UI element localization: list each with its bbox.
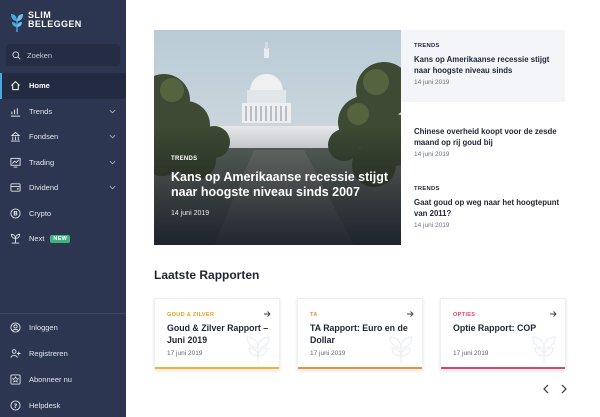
report-accent-line [441, 367, 565, 369]
nav-label-helpdesk: Helpdesk [29, 400, 61, 410]
reports-carousel: GOUD & ZILVER Goud & Zilver Rapport – Ju… [154, 298, 566, 370]
home-icon [11, 81, 20, 91]
funds-icon [10, 132, 21, 142]
dividend-icon [10, 183, 21, 192]
report-card[interactable]: GOUD & ZILVER Goud & Zilver Rapport – Ju… [154, 298, 280, 370]
plant-icon [10, 234, 21, 244]
bitcoin-icon: B [10, 208, 21, 219]
prev-button[interactable] [540, 382, 552, 394]
side-article-date: 14 juni 2019 [414, 222, 450, 230]
report-card[interactable]: OPTIES Optie Rapport: COP 17 juni 2019 [440, 298, 566, 370]
next-button[interactable] [558, 382, 570, 394]
featured-article-category[interactable]: TRENDS [171, 156, 393, 162]
arrow-right-icon[interactable] [406, 310, 414, 318]
star-icon [10, 373, 21, 385]
svg-text:?: ? [14, 401, 18, 409]
logo[interactable]: SLIM BELEGGEN [10, 11, 82, 33]
leaf-watermark-icon [246, 336, 270, 363]
report-accent-line [155, 367, 279, 369]
logo-line-2: BELEGGEN [28, 19, 82, 29]
side-article[interactable]: TRENDS Kans op Amerikaanse recessie stij… [401, 30, 565, 102]
side-article-title[interactable]: Gaat goud op weg naar het hoogtepunt van… [414, 197, 565, 219]
svg-text:B: B [13, 210, 18, 217]
nav-label-trends: Trends [29, 106, 53, 116]
nav-label-crypto: Crypto [29, 208, 52, 218]
report-accent-line [298, 367, 422, 369]
nav-item-dividend[interactable]: Dividend [0, 175, 126, 201]
nav-label-dividend: Dividend [29, 183, 59, 193]
featured-article-text: TRENDS Kans op Amerikaanse recessie stij… [171, 156, 393, 217]
nav-label-next: Next [29, 234, 45, 244]
reports-section-title: Laatste Rapporten [154, 268, 260, 282]
logo-plant-icon [11, 14, 23, 32]
nav-label-registreren: Registreren [29, 348, 68, 358]
report-date: 17 juni 2019 [167, 350, 203, 357]
report-category: OPTIES [453, 312, 476, 318]
nav-item-next[interactable]: Next NEW [0, 226, 126, 252]
report-category: GOUD & ZILVER [167, 312, 215, 318]
trends-icon [10, 108, 21, 117]
nav-item-abonneer[interactable]: Abonneer nu [0, 366, 126, 392]
search-input[interactable] [27, 50, 117, 60]
report-date: 17 juni 2019 [453, 350, 489, 357]
nav-item-trading[interactable]: Trading [0, 150, 126, 176]
side-article-title[interactable]: Kans op Amerikaanse recessie stijgt naar… [414, 54, 565, 76]
arrow-right-icon[interactable] [549, 310, 557, 318]
side-article-category[interactable]: TRENDS [414, 43, 565, 49]
side-article-category[interactable]: TRENDS [414, 186, 565, 192]
nav-item-crypto[interactable]: B Crypto [0, 201, 126, 227]
side-article-date: 14 juni 2019 [414, 79, 450, 86]
featured-article-date: 14 juni 2019 [171, 210, 210, 217]
featured-article-title[interactable]: Kans op Amerikaanse recessie stijgt naar… [171, 170, 393, 200]
leaf-watermark-icon [389, 336, 413, 363]
chevron-down-icon[interactable] [109, 108, 116, 115]
report-title[interactable]: Optie Rapport: COP [453, 323, 558, 335]
nav-item-trends[interactable]: Trends [0, 99, 126, 125]
side-article-list: TRENDS Kans op Amerikaanse recessie stij… [401, 30, 565, 245]
nav-item-helpdesk[interactable]: ? Helpdesk [0, 392, 126, 417]
nav-item-home[interactable]: Home [0, 73, 126, 99]
chevron-right-icon [561, 384, 567, 394]
user-icon [10, 321, 21, 333]
carousel-pager [540, 382, 576, 394]
chevron-down-icon[interactable] [109, 133, 116, 140]
nav-label-inloggen: Inloggen [29, 322, 58, 332]
sidebar: SLIM BELEGGEN Home Trends Fondsen Tradin… [0, 0, 126, 417]
account-nav: Inloggen Registreren Abonneer nu ? Helpd… [0, 313, 126, 417]
side-article-title[interactable]: Chinese overheid koopt voor de zesde maa… [414, 126, 565, 148]
nav-label-home: Home [29, 81, 50, 91]
nav-item-fondsen[interactable]: Fondsen [0, 124, 126, 150]
chevron-down-icon[interactable] [109, 159, 116, 166]
main-nav: Home Trends Fondsen Trading Dividend B C… [0, 73, 126, 252]
side-article[interactable]: TRENDS Gaat goud op weg naar het hoogtep… [401, 173, 565, 245]
arrow-right-icon[interactable] [263, 310, 271, 318]
new-badge: NEW [50, 234, 71, 243]
nav-item-inloggen[interactable]: Inloggen [0, 314, 126, 340]
report-category: TA [310, 312, 318, 318]
chevron-left-icon [543, 384, 549, 394]
chevron-down-icon[interactable] [109, 184, 116, 191]
help-icon: ? [10, 399, 21, 411]
side-article-date: 14 juni 2019 [414, 150, 450, 158]
search-box[interactable] [6, 44, 120, 66]
leaf-watermark-icon [532, 336, 556, 363]
search-icon [12, 50, 21, 60]
trading-icon [10, 157, 21, 168]
register-icon [10, 348, 21, 358]
nav-label-fondsen: Fondsen [29, 132, 59, 142]
nav-label-abonneer: Abonneer nu [29, 374, 72, 384]
report-date: 17 juni 2019 [310, 350, 346, 357]
featured-article[interactable]: TRENDS Kans op Amerikaanse recessie stij… [154, 30, 401, 245]
side-article[interactable]: Chinese overheid koopt voor de zesde maa… [401, 102, 565, 174]
nav-label-trading: Trading [29, 157, 55, 167]
nav-item-registreren[interactable]: Registreren [0, 340, 126, 366]
report-card[interactable]: TA TA Rapport: Euro en de Dollar 17 juni… [297, 298, 423, 370]
